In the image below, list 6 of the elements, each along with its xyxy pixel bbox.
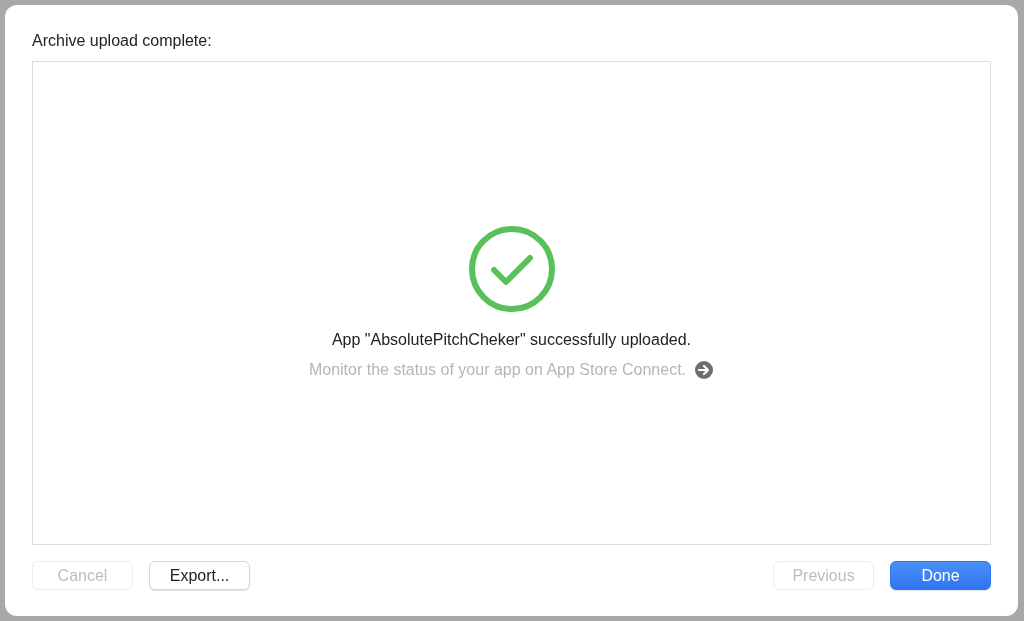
arrow-circle-icon (694, 360, 715, 380)
dialog-heading: Archive upload complete: (32, 31, 213, 51)
success-message: App "AbsolutePitchCheker" successfully uploaded. (331, 330, 692, 350)
done-button[interactable]: Done (890, 561, 991, 590)
app-store-connect-link[interactable]: Monitor the status of your app on App Store Connect. (308, 358, 715, 382)
dialog-button[interactable]: Export... (149, 561, 250, 590)
